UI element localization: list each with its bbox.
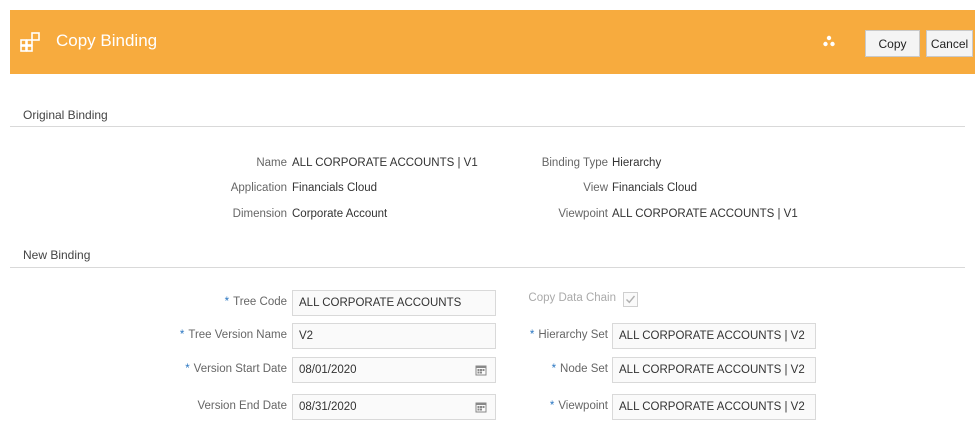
hierarchy-set-label: * Hierarchy Set [529,329,608,341]
checkmark-icon [626,295,636,304]
node-set-label: * Node Set [551,363,608,375]
binding-icon [20,32,40,52]
page-title: Copy Binding [56,31,158,50]
hierarchy-set-input[interactable]: ALL CORPORATE ACCOUNTS | V2 [612,323,816,349]
original-binding-title: Original Binding [23,108,108,122]
required-marker: * [549,400,555,412]
binding-type-label: Binding Type [541,157,608,169]
application-value: Financials Cloud [292,182,378,194]
viewpoint-label: * Viewpoint [549,400,608,412]
dimension-value: Corporate Account [292,208,388,220]
view-value: Financials Cloud [612,182,698,194]
calendar-icon[interactable] [475,364,487,376]
copy-data-chain-label: Copy Data Chain [528,292,616,304]
required-marker: * [179,329,185,341]
version-end-date-label: Version End Date [197,400,287,412]
header-bar: Copy Binding Copy Cancel [10,10,975,74]
version-start-date-input[interactable]: 08/01/2020 [292,357,496,383]
divider [10,267,965,268]
tree-version-name-label: * Tree Version Name [179,329,287,341]
name-value: ALL CORPORATE ACCOUNTS | V1 [292,157,478,169]
tree-code-label: * Tree Code [224,296,287,308]
required-marker: * [185,363,190,375]
name-label: Name [256,157,287,169]
view-label: View [583,182,608,194]
viewpoint-input[interactable]: ALL CORPORATE ACCOUNTS | V2 [612,394,816,420]
new-binding-title: New Binding [23,248,91,262]
dimension-label: Dimension [232,208,287,220]
version-start-date-label: * Version Start Date [185,363,287,375]
cancel-button[interactable]: Cancel [926,30,973,57]
original-viewpoint-label: Viewpoint [558,208,608,220]
required-marker: * [224,296,230,308]
tree-version-name-input[interactable]: V2 [292,323,496,349]
tree-code-input[interactable]: ALL CORPORATE ACCOUNTS [292,290,496,316]
calendar-icon[interactable] [475,401,487,413]
users-icon[interactable] [822,35,836,49]
application-label: Application [230,182,287,194]
version-end-date-input[interactable]: 08/31/2020 [292,394,496,420]
required-marker: * [551,363,557,375]
binding-type-value: Hierarchy [612,157,662,169]
node-set-input[interactable]: ALL CORPORATE ACCOUNTS | V2 [612,357,816,383]
required-marker: * [529,329,535,341]
copy-button[interactable]: Copy [865,30,920,57]
copy-data-chain-checkbox[interactable] [623,292,638,307]
original-viewpoint-value: ALL CORPORATE ACCOUNTS | V1 [612,208,798,220]
divider [10,126,965,127]
